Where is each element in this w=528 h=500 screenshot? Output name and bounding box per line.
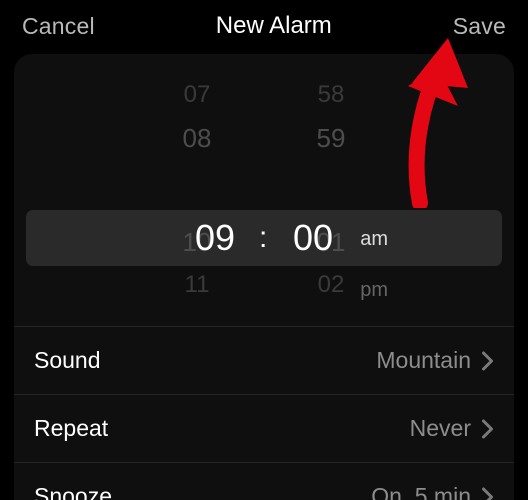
chevron-right-icon (481, 351, 494, 371)
row-snooze-label: Snooze (34, 483, 112, 500)
picker-selection-band (26, 210, 502, 266)
minute-minus2: 58 (305, 76, 357, 114)
ampm-am: am (360, 228, 388, 251)
ampm-pm: pm (360, 279, 388, 302)
minute-plus2: 02 (305, 266, 357, 304)
page-title: New Alarm (216, 12, 332, 40)
chevron-right-icon (481, 419, 494, 439)
cancel-button[interactable]: Cancel (22, 13, 95, 40)
header-bar: Cancel New Alarm Save (0, 0, 528, 54)
row-snooze[interactable]: Snooze On, 5 min (14, 462, 514, 500)
minute-minus1: 59 (305, 114, 357, 162)
ampm-wheel[interactable]: am pm (360, 228, 388, 302)
row-repeat-label: Repeat (34, 415, 108, 442)
row-repeat[interactable]: Repeat Never (14, 394, 514, 462)
hour-minus2: 07 (171, 76, 223, 114)
row-sound[interactable]: Sound Mountain (14, 326, 514, 394)
hour-minus1: 08 (171, 114, 223, 162)
row-sound-value: Mountain (376, 347, 471, 374)
save-button[interactable]: Save (453, 13, 506, 40)
row-repeat-value: Never (410, 415, 471, 442)
row-sound-label: Sound (34, 347, 101, 374)
minute-wheel[interactable]: 58 59 01 02 (305, 58, 357, 304)
alarm-card: 07 08 10 11 58 59 01 02 09 : 00 am pm (14, 54, 514, 500)
hour-wheel[interactable]: 07 08 10 11 (171, 58, 223, 304)
row-snooze-value: On, 5 min (371, 483, 471, 500)
time-picker[interactable]: 07 08 10 11 58 59 01 02 09 : 00 am pm (14, 58, 514, 326)
hour-plus2: 11 (171, 266, 223, 304)
chevron-right-icon (481, 487, 494, 500)
settings-rows: Sound Mountain Repeat Never Snooze On, 5… (14, 326, 514, 500)
